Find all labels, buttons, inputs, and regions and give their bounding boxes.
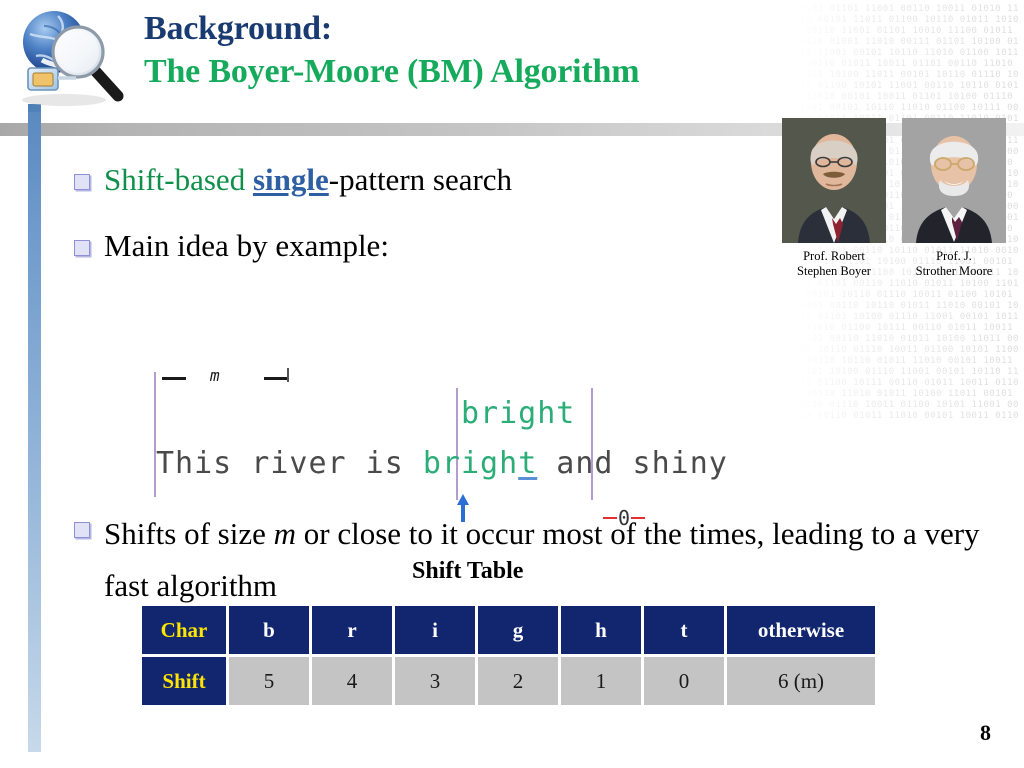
table-cell-char-b: b (229, 606, 309, 654)
photo-caption-line-2: Stephen Boyer (797, 263, 871, 278)
bullet-part-green: Shift-based (104, 162, 253, 197)
example-match-last-char: t (518, 446, 538, 481)
table-cell-shift-r: 4 (312, 657, 392, 705)
bullet3-part-a: Shifts of size (104, 516, 274, 551)
photo-caption: Prof. J. Strother Moore (902, 249, 1006, 278)
table-cell-shift-otherwise: 6 (m) (727, 657, 875, 705)
window-left-marker-bar (456, 388, 458, 500)
example-text-suffix: and shiny (537, 446, 728, 481)
bullet-square-icon (74, 522, 90, 538)
slide: 10101 01101 11001 00110 10011 01010 1101… (0, 0, 1024, 768)
photo-caption-line-1: Prof. J. (936, 249, 972, 263)
span-left-arrow-icon (162, 377, 186, 380)
photo-robert-boyer: Prof. Robert Stephen Boyer (782, 118, 886, 278)
bullet-shift-based: Shift-based single-pattern search (74, 160, 512, 200)
pattern-length-span-indicator: m (156, 366, 306, 392)
table-cell-shift-b: 5 (229, 657, 309, 705)
page-number: 8 (980, 720, 991, 745)
example-text-prefix: This river is (156, 446, 423, 481)
photo-caption-line-1: Prof. Robert (803, 249, 865, 263)
slide-title: Background: The Boyer-Moore (BM) Algorit… (144, 8, 844, 94)
page-title-line-2: The Boyer-Moore (BM) Algorithm (144, 53, 640, 90)
shift-table: Char b r i g h t otherwise Shift 5 4 3 2… (139, 603, 878, 708)
table-cell-char-g: g (478, 606, 558, 654)
table-cell-char-r: r (312, 606, 392, 654)
bullet-shifts-of-size: Shifts of size m or close to it occur mo… (74, 508, 994, 612)
table-row-char: Char b r i g h t otherwise (142, 606, 875, 654)
span-length-label: m (210, 366, 220, 385)
bullet3-part-m: m (273, 516, 297, 551)
table-row-header-char: Char (142, 606, 226, 654)
photo-j-strother-moore-image (902, 118, 1006, 243)
window-right-marker-bar (591, 388, 593, 500)
photo-caption: Prof. Robert Stephen Boyer (782, 249, 886, 278)
table-row-shift: Shift 5 4 3 2 1 0 6 (m) (142, 657, 875, 705)
bullet-shifts-of-size-text: Shifts of size m or close to it occur mo… (104, 508, 994, 612)
globe-magnifier-logo (6, 4, 138, 116)
table-cell-char-otherwise: otherwise (727, 606, 875, 654)
bullet-square-icon (74, 174, 90, 190)
bullet-main-idea-text: Main idea by example: (104, 228, 389, 263)
shift-table-label: Shift Table (412, 558, 524, 584)
bullet-square-icon (74, 240, 90, 256)
photo-robert-boyer-image (782, 118, 886, 243)
table-cell-shift-i: 3 (395, 657, 475, 705)
example-search-text: This river is bright and shiny (156, 446, 728, 481)
bullet-main-idea: Main idea by example: (74, 226, 389, 266)
boyer-moore-example-figure: m bright This river is bright and shiny … (148, 366, 848, 530)
bullet-part-plain: -pattern search (328, 162, 513, 197)
photo-j-strother-moore: Prof. J. Strother Moore (902, 118, 1006, 278)
left-accent-bar (28, 112, 41, 752)
table-row-header-shift: Shift (142, 657, 226, 705)
page-title-line-1: Background: (144, 10, 333, 47)
table-cell-char-t: t (644, 606, 724, 654)
span-right-arrow-icon (264, 377, 288, 380)
example-match-brigh: brigh (422, 446, 519, 481)
table-cell-shift-t: 0 (644, 657, 724, 705)
table-cell-char-i: i (395, 606, 475, 654)
bullet-shift-based-text: Shift-based single-pattern search (104, 160, 512, 200)
photo-caption-line-2: Strother Moore (915, 263, 993, 278)
table-cell-shift-h: 1 (561, 657, 641, 705)
span-right-tick-icon (287, 368, 289, 382)
pattern-above-text: bright (461, 396, 576, 431)
table-cell-shift-g: 2 (478, 657, 558, 705)
table-cell-char-h: h (561, 606, 641, 654)
bullet-part-single-link[interactable]: single (253, 162, 329, 197)
